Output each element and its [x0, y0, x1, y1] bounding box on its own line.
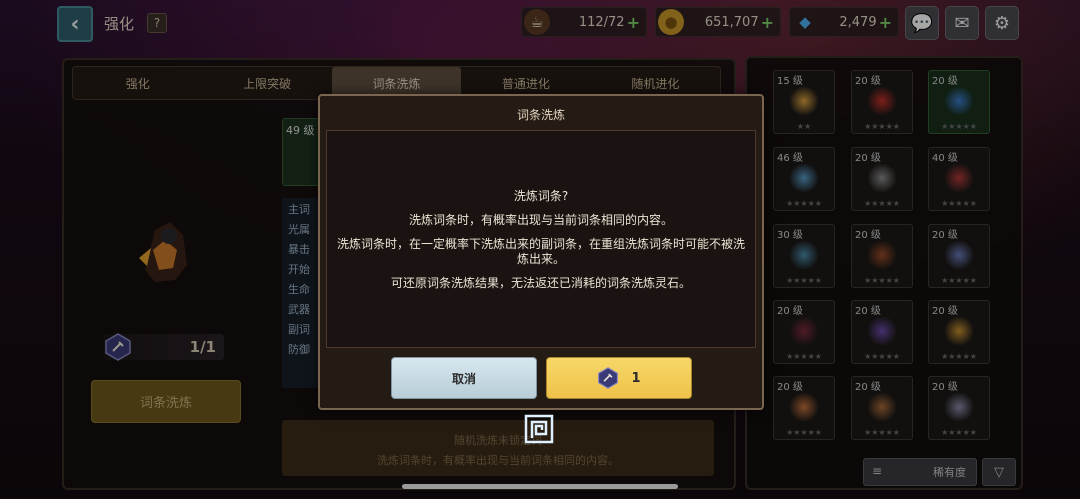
spiral-rune-icon [524, 414, 554, 444]
cancel-button[interactable]: 取消 [391, 357, 537, 399]
confirm-button[interactable]: 1 [546, 357, 692, 399]
dialog-line: 洗炼词条时，在一定概率下洗炼出来的副词条，在重组洗炼词条时可能不被洗炼出来。 [337, 237, 746, 266]
dialog-message: 洗炼词条? 洗炼词条时，有概率出现与当前词条相同的内容。 洗炼词条时，在一定概率… [337, 189, 745, 300]
reroll-stone-icon [598, 367, 619, 389]
home-indicator[interactable] [402, 484, 678, 489]
dialog-body: 洗炼词条? 洗炼词条时，有概率出现与当前词条相同的内容。 洗炼词条时，在一定概率… [326, 130, 756, 348]
confirm-cost: 1 [631, 370, 641, 386]
dialog-question: 洗炼词条? [513, 189, 569, 203]
dialog-line: 洗炼词条时，有概率出现与当前词条相同的内容。 [408, 213, 673, 227]
reroll-confirm-dialog: 词条洗炼 洗炼词条? 洗炼词条时，有概率出现与当前词条相同的内容。 洗炼词条时，… [318, 94, 764, 410]
dialog-title: 词条洗炼 [516, 108, 565, 122]
dialog-line: 可还原词条洗炼结果，无法返还已消耗的词条洗炼灵石。 [390, 276, 691, 290]
